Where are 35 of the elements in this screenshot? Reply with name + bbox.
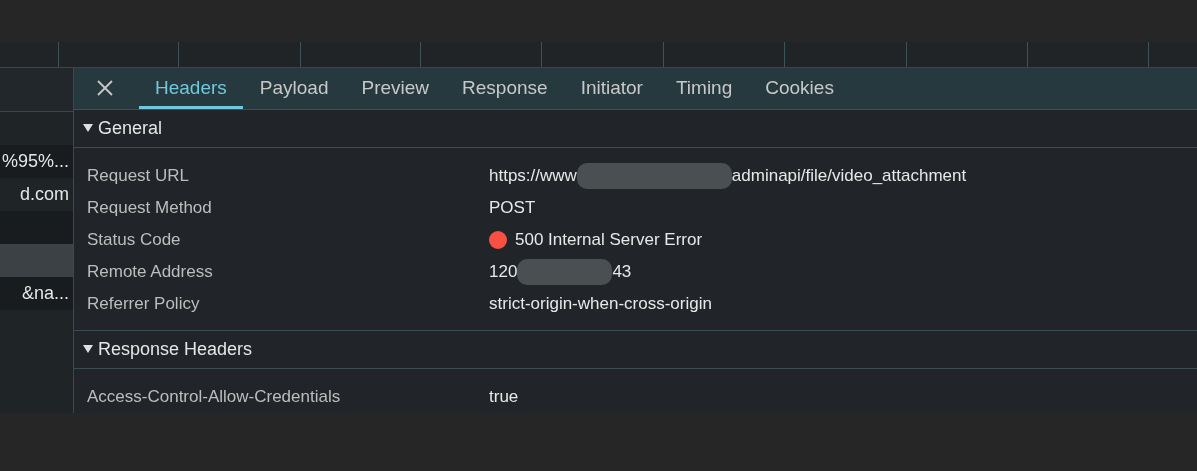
close-icon[interactable] [97,80,113,97]
header-value: 120 [489,261,518,282]
header-name: Request Method [86,197,213,218]
header-value: 500 Internal Server Error [515,229,703,250]
tab[interactable]: Headers [139,68,243,109]
header-name: Remote Address [86,261,214,282]
tab[interactable]: Payload [243,68,345,109]
section-title: Response Headers [98,338,253,360]
section-title: General [98,117,163,139]
request-row[interactable]: %95%... [0,145,73,178]
header-name: Access-Control-Allow-Credentials [86,387,342,407]
request-row[interactable]: d.com [0,178,73,211]
triangle-icon [83,123,93,134]
triangle-icon [83,344,93,355]
request-row[interactable]: &na... [0,277,73,310]
header-value: strict-origin-when-cross-origin [489,293,712,314]
header-value: 43 [612,261,632,282]
tab[interactable]: Cookies [749,68,850,109]
header-value: true [489,387,519,407]
header-value: POST [489,197,536,218]
header-name: Status Code [86,229,182,250]
request-row[interactable] [0,244,73,277]
tab[interactable]: Preview [345,68,446,109]
header-name: Referrer Policy [86,293,201,314]
section-header[interactable]: Response Headers [74,330,1197,369]
tab[interactable]: Timing [659,68,749,109]
header-name: Request URL [86,165,191,186]
section-header[interactable]: General [74,109,1197,148]
header-value: adminapi/file/video_attachment [731,165,967,186]
header-value: https://www [489,165,577,186]
tab[interactable]: Initiator [564,68,659,109]
request-row[interactable] [0,112,73,145]
request-row[interactable] [0,211,73,244]
request-row[interactable] [0,310,73,343]
tab[interactable]: Response [446,68,564,109]
